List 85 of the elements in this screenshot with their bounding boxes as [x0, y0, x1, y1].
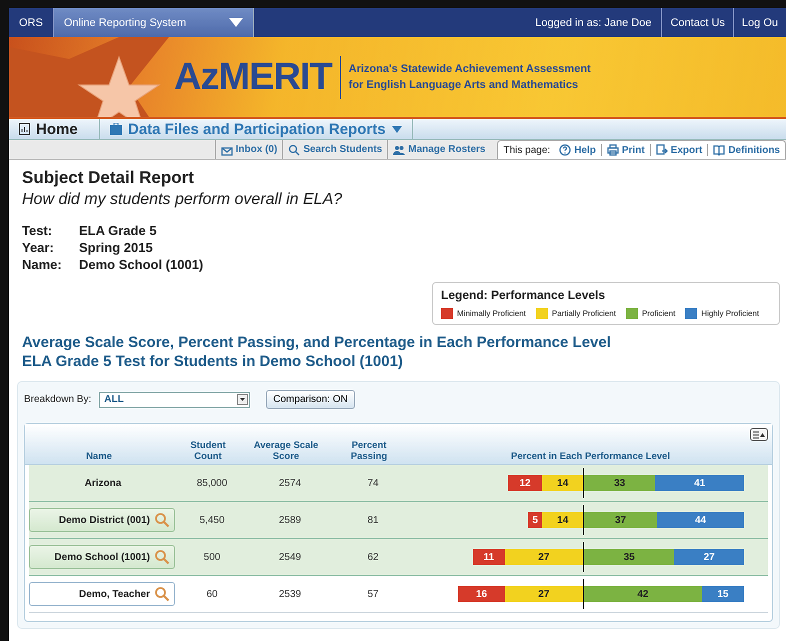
table-cell-text: Arizona	[84, 478, 122, 488]
table-cell-text: 5,450	[198, 514, 226, 526]
level-bar: 5	[528, 512, 542, 528]
banner-subtitle: Arizona's Statewide Achievement Assessment	[348, 62, 591, 77]
magnifier-icon	[154, 512, 170, 528]
level-bar: 27	[504, 549, 583, 565]
level-bar: 35	[584, 549, 674, 565]
legend-label: Proficient	[642, 309, 676, 318]
sort-button[interactable]	[750, 428, 768, 441]
page-label: This page:	[504, 144, 552, 156]
level-bar: 37	[584, 512, 658, 528]
caret-icon	[392, 126, 402, 132]
table-cell-text: 2549	[278, 552, 302, 562]
people-icon	[393, 144, 406, 156]
level-bar: 14	[542, 475, 583, 491]
level-bar: 41	[655, 475, 744, 491]
book-icon	[713, 144, 726, 156]
nav-tab[interactable]: Home	[9, 119, 100, 139]
table-cell-text: 2574	[278, 478, 302, 488]
help-icon	[559, 144, 572, 156]
column-header: Student Count	[189, 440, 227, 462]
legend-title: Legend: Performance Levels	[441, 288, 606, 302]
table-cell-text: 57	[366, 588, 380, 600]
logo-title: AzMERIT	[174, 56, 341, 98]
table-cell-text: 60	[205, 588, 219, 600]
toolbar-link[interactable]: Inbox (0)	[214, 140, 282, 159]
column-header: Percent Passing	[350, 440, 388, 462]
table-cell-text: 81	[366, 514, 380, 526]
fact-value: Demo School (1001)	[79, 257, 204, 272]
export-icon	[656, 144, 668, 156]
toolbar-link[interactable]: Print	[600, 144, 650, 156]
legend-label: Partially Proficient	[552, 309, 616, 318]
caret-icon	[228, 18, 243, 27]
toolbar-link[interactable]: Export	[650, 144, 708, 156]
list-icon	[753, 430, 765, 438]
level-bar: 27	[504, 586, 583, 602]
table-cell-text: 74	[366, 478, 380, 488]
column-header: Name	[85, 451, 113, 462]
toolbar-link[interactable]: Search Students	[282, 140, 388, 159]
level-bar: 15	[702, 586, 744, 602]
logged-in-user: Logged in as: Jane Doe	[534, 16, 652, 30]
fact-label: Name:	[22, 257, 63, 272]
table-cell-text: 500	[202, 552, 222, 562]
magnifier-icon	[154, 586, 170, 602]
name-button[interactable]: Demo School (1001)	[29, 545, 175, 569]
comparison-button[interactable]: Comparison: ON	[266, 390, 355, 409]
level-bar: 44	[657, 512, 744, 528]
name-button[interactable]: Demo District (001)	[29, 508, 175, 532]
report-question: How did my students perform overall in ELA?	[22, 191, 344, 209]
level-bar: 16	[458, 586, 505, 602]
table-cell-text: 2589	[278, 514, 302, 526]
table-cell-text: 2539	[278, 588, 302, 600]
level-bar: 14	[542, 512, 583, 528]
toolbar-link[interactable]: Help	[554, 144, 601, 156]
caret-icon	[237, 394, 248, 405]
fact-value: Spring 2015	[79, 240, 154, 255]
breakdown-label: Breakdown By:	[24, 394, 92, 405]
name-button[interactable]: Demo, Teacher	[29, 582, 175, 606]
report-icon	[19, 123, 30, 135]
nav-tab[interactable]: Data Files and Participation Reports	[100, 119, 413, 139]
table-cell-text: 62	[366, 552, 380, 562]
level-bar: 42	[584, 586, 702, 602]
toolbar-link[interactable]: Manage Rosters	[387, 140, 490, 159]
section-title: Average Scale Score, Percent Passing, and Percentage in Each Performance Level	[22, 333, 612, 352]
search-icon	[288, 144, 300, 156]
report-title: Subject Detail Report	[22, 168, 195, 188]
level-bar: 11	[472, 549, 505, 565]
system-menu[interactable]: Online Reporting System	[54, 8, 254, 37]
magnifier-icon	[154, 549, 170, 565]
banner-subtitle: for English Language Arts and Mathematics	[348, 78, 580, 93]
legend-label: Highly Proficient	[701, 309, 760, 318]
section-subtitle: ELA Grade 5 Test for Students in Demo School (1001)	[22, 352, 404, 371]
column-header: Average Scale Score	[252, 440, 320, 462]
level-bar: 27	[674, 549, 744, 565]
print-icon	[606, 144, 619, 156]
toolbar-link[interactable]: Definitions	[707, 144, 785, 156]
level-bar: 12	[508, 475, 542, 491]
fact-label: Year:	[22, 240, 55, 255]
level-bar: 33	[584, 475, 656, 491]
legend-label: Minimally Proficient	[457, 309, 526, 318]
column-header: Percent in Each Performance Level	[510, 451, 671, 462]
fact-value: ELA Grade 5	[79, 223, 158, 238]
table-cell-text: 85,000	[196, 478, 228, 488]
fact-label: Test:	[22, 223, 54, 238]
breakdown-dropdown[interactable]: ALL	[99, 392, 250, 408]
